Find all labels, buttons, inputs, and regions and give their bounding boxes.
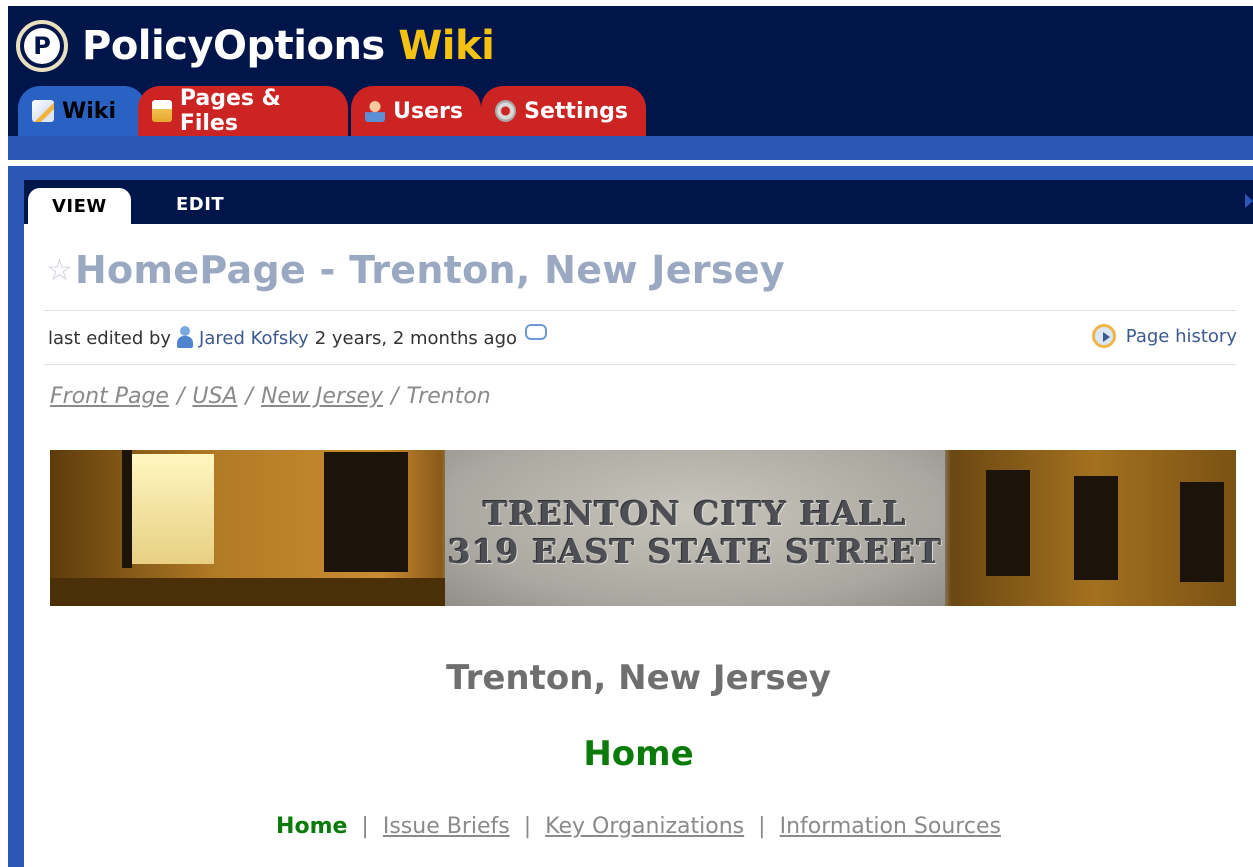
tab-users[interactable]: Users	[351, 86, 481, 136]
page-content: ☆ HomePage - Trenton, New Jersey last ed…	[24, 224, 1253, 867]
nav-underbar	[8, 136, 1253, 160]
dark-window	[1074, 476, 1118, 580]
site-title-suffix: Wiki	[398, 23, 495, 69]
dark-window	[1180, 482, 1224, 582]
page-subnav: Home | Issue Briefs | Key Organizations | Info…	[24, 814, 1253, 839]
breadcrumb-usa[interactable]: USA	[192, 384, 237, 409]
subnav-separator: |	[361, 814, 369, 839]
subnav-key-organizations[interactable]: Key Organizations	[545, 814, 744, 839]
breadcrumb-separator: /	[391, 384, 399, 409]
site-header: P PolicyOptions Wiki Wiki Pages & Files …	[8, 6, 1253, 160]
tab-pages-files[interactable]: Pages & Files	[138, 86, 348, 136]
section-heading: Home	[583, 734, 694, 774]
site-title: PolicyOptions Wiki	[82, 23, 495, 69]
user-icon	[365, 100, 386, 122]
lit-window	[132, 454, 214, 564]
breadcrumb: Front Page / USA / New Jersey / Trenton	[50, 384, 491, 409]
city-hall-banner-image: TRENTON CITY HALL 319 EAST STATE STREET	[50, 450, 1236, 606]
star-icon[interactable]: ☆	[46, 253, 73, 288]
subnav-home: Home	[276, 814, 348, 839]
pencil-page-icon	[32, 100, 54, 122]
subnav-separator: |	[523, 814, 532, 839]
view-edit-tabs: VIEW EDIT	[24, 180, 1253, 224]
tab-view-label: VIEW	[52, 195, 107, 217]
page-meta: last edited by Jared Kofsky 2 years, 2 m…	[48, 324, 548, 350]
user-icon	[177, 326, 194, 350]
breadcrumb-separator: /	[245, 384, 253, 409]
ledge	[50, 578, 445, 606]
tab-edit[interactable]: EDIT	[152, 184, 248, 224]
tab-settings[interactable]: Settings	[481, 86, 646, 136]
comment-icon[interactable]	[525, 324, 548, 340]
banner-text-line1: TRENTON CITY HALL	[483, 494, 907, 533]
tab-wiki[interactable]: Wiki	[18, 86, 146, 136]
site-title-name: PolicyOptions	[82, 23, 385, 69]
subnav-issue-briefs[interactable]: Issue Briefs	[383, 814, 510, 839]
edited-time: 2 years, 2 months ago	[314, 327, 518, 349]
tab-pages-files-label: Pages & Files	[179, 86, 281, 136]
tab-view[interactable]: VIEW	[28, 188, 131, 224]
banner-text-line2: 319 EAST STATE STREET	[447, 532, 943, 571]
main-nav-tabs: Wiki Pages & Files Users Settings	[8, 86, 1253, 136]
breadcrumb-new-jersey[interactable]: New Jersey	[261, 384, 383, 409]
content-frame: VIEW EDIT ☆ HomePage - Trenton, New Jers…	[8, 166, 1253, 867]
tab-wiki-label: Wiki	[62, 98, 116, 124]
dark-window	[986, 470, 1030, 576]
dark-window	[324, 452, 408, 572]
breadcrumb-separator: /	[176, 384, 185, 409]
meta-prefix: last edited by	[48, 327, 172, 349]
page-history-link[interactable]: Page history	[1091, 324, 1237, 348]
stone-plaque: TRENTON CITY HALL 319 EAST STATE STREET	[445, 450, 945, 606]
logo-badge-icon: P	[16, 20, 68, 72]
tab-edit-label: EDIT	[176, 193, 225, 215]
page-title-row: ☆ HomePage - Trenton, New Jersey	[46, 248, 785, 292]
scroll-right-icon[interactable]	[1245, 194, 1253, 208]
page-title: HomePage - Trenton, New Jersey	[74, 248, 785, 292]
history-clock-icon	[1091, 324, 1116, 348]
breadcrumb-trenton: Trenton	[406, 384, 491, 409]
author-link[interactable]: Jared Kofsky	[199, 328, 309, 349]
page-history-label: Page history	[1125, 325, 1237, 347]
site-logo[interactable]: P PolicyOptions Wiki	[16, 16, 495, 76]
folder-pages-icon	[152, 100, 172, 122]
tab-users-label: Users	[393, 98, 463, 124]
window-frame	[122, 450, 132, 568]
subnav-separator: |	[758, 814, 766, 839]
breadcrumb-front-page[interactable]: Front Page	[50, 384, 169, 409]
gear-icon	[495, 100, 517, 122]
tab-settings-label: Settings	[524, 98, 628, 124]
subnav-information-sources[interactable]: Information Sources	[780, 814, 1001, 839]
divider	[44, 310, 1236, 311]
city-heading: Trenton, New Jersey	[446, 658, 831, 698]
divider	[44, 364, 1236, 365]
logo-letter: P	[24, 28, 60, 64]
